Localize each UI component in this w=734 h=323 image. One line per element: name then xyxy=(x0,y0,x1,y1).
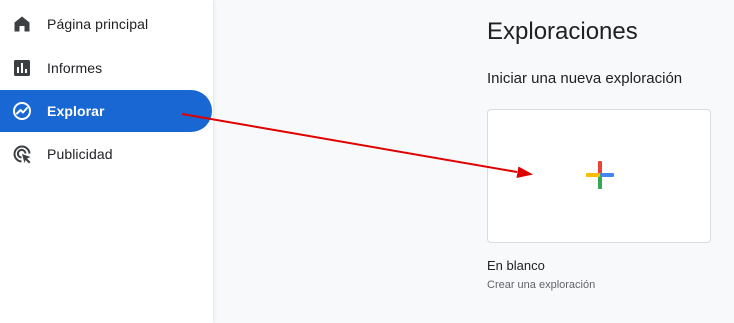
plus-icon xyxy=(586,161,614,189)
page-title: Exploraciones xyxy=(487,18,638,45)
sidebar-item-label: Informes xyxy=(47,60,103,76)
explore-trend-icon xyxy=(12,101,32,121)
sidebar-item-explore[interactable]: Explorar xyxy=(0,90,212,132)
section-subtitle: Iniciar una nueva exploración xyxy=(487,70,683,87)
card-title: En blanco xyxy=(487,258,545,273)
sidebar-item-label: Publicidad xyxy=(47,146,113,162)
sidebar: Página principal Informes Explorar Publi… xyxy=(0,0,213,323)
card-description: Crear una exploración xyxy=(487,279,596,291)
advertising-cursor-icon xyxy=(12,144,32,164)
home-icon xyxy=(12,14,32,34)
sidebar-item-home[interactable]: Página principal xyxy=(0,3,212,45)
sidebar-item-advertising[interactable]: Publicidad xyxy=(0,133,212,175)
sidebar-item-reports[interactable]: Informes xyxy=(0,47,212,89)
blank-exploration-card[interactable] xyxy=(487,109,711,243)
sidebar-item-label: Explorar xyxy=(47,103,105,119)
app-root: Página principal Informes Explorar Publi… xyxy=(0,0,734,323)
reports-bar-chart-icon xyxy=(12,58,32,78)
sidebar-item-label: Página principal xyxy=(47,16,149,32)
